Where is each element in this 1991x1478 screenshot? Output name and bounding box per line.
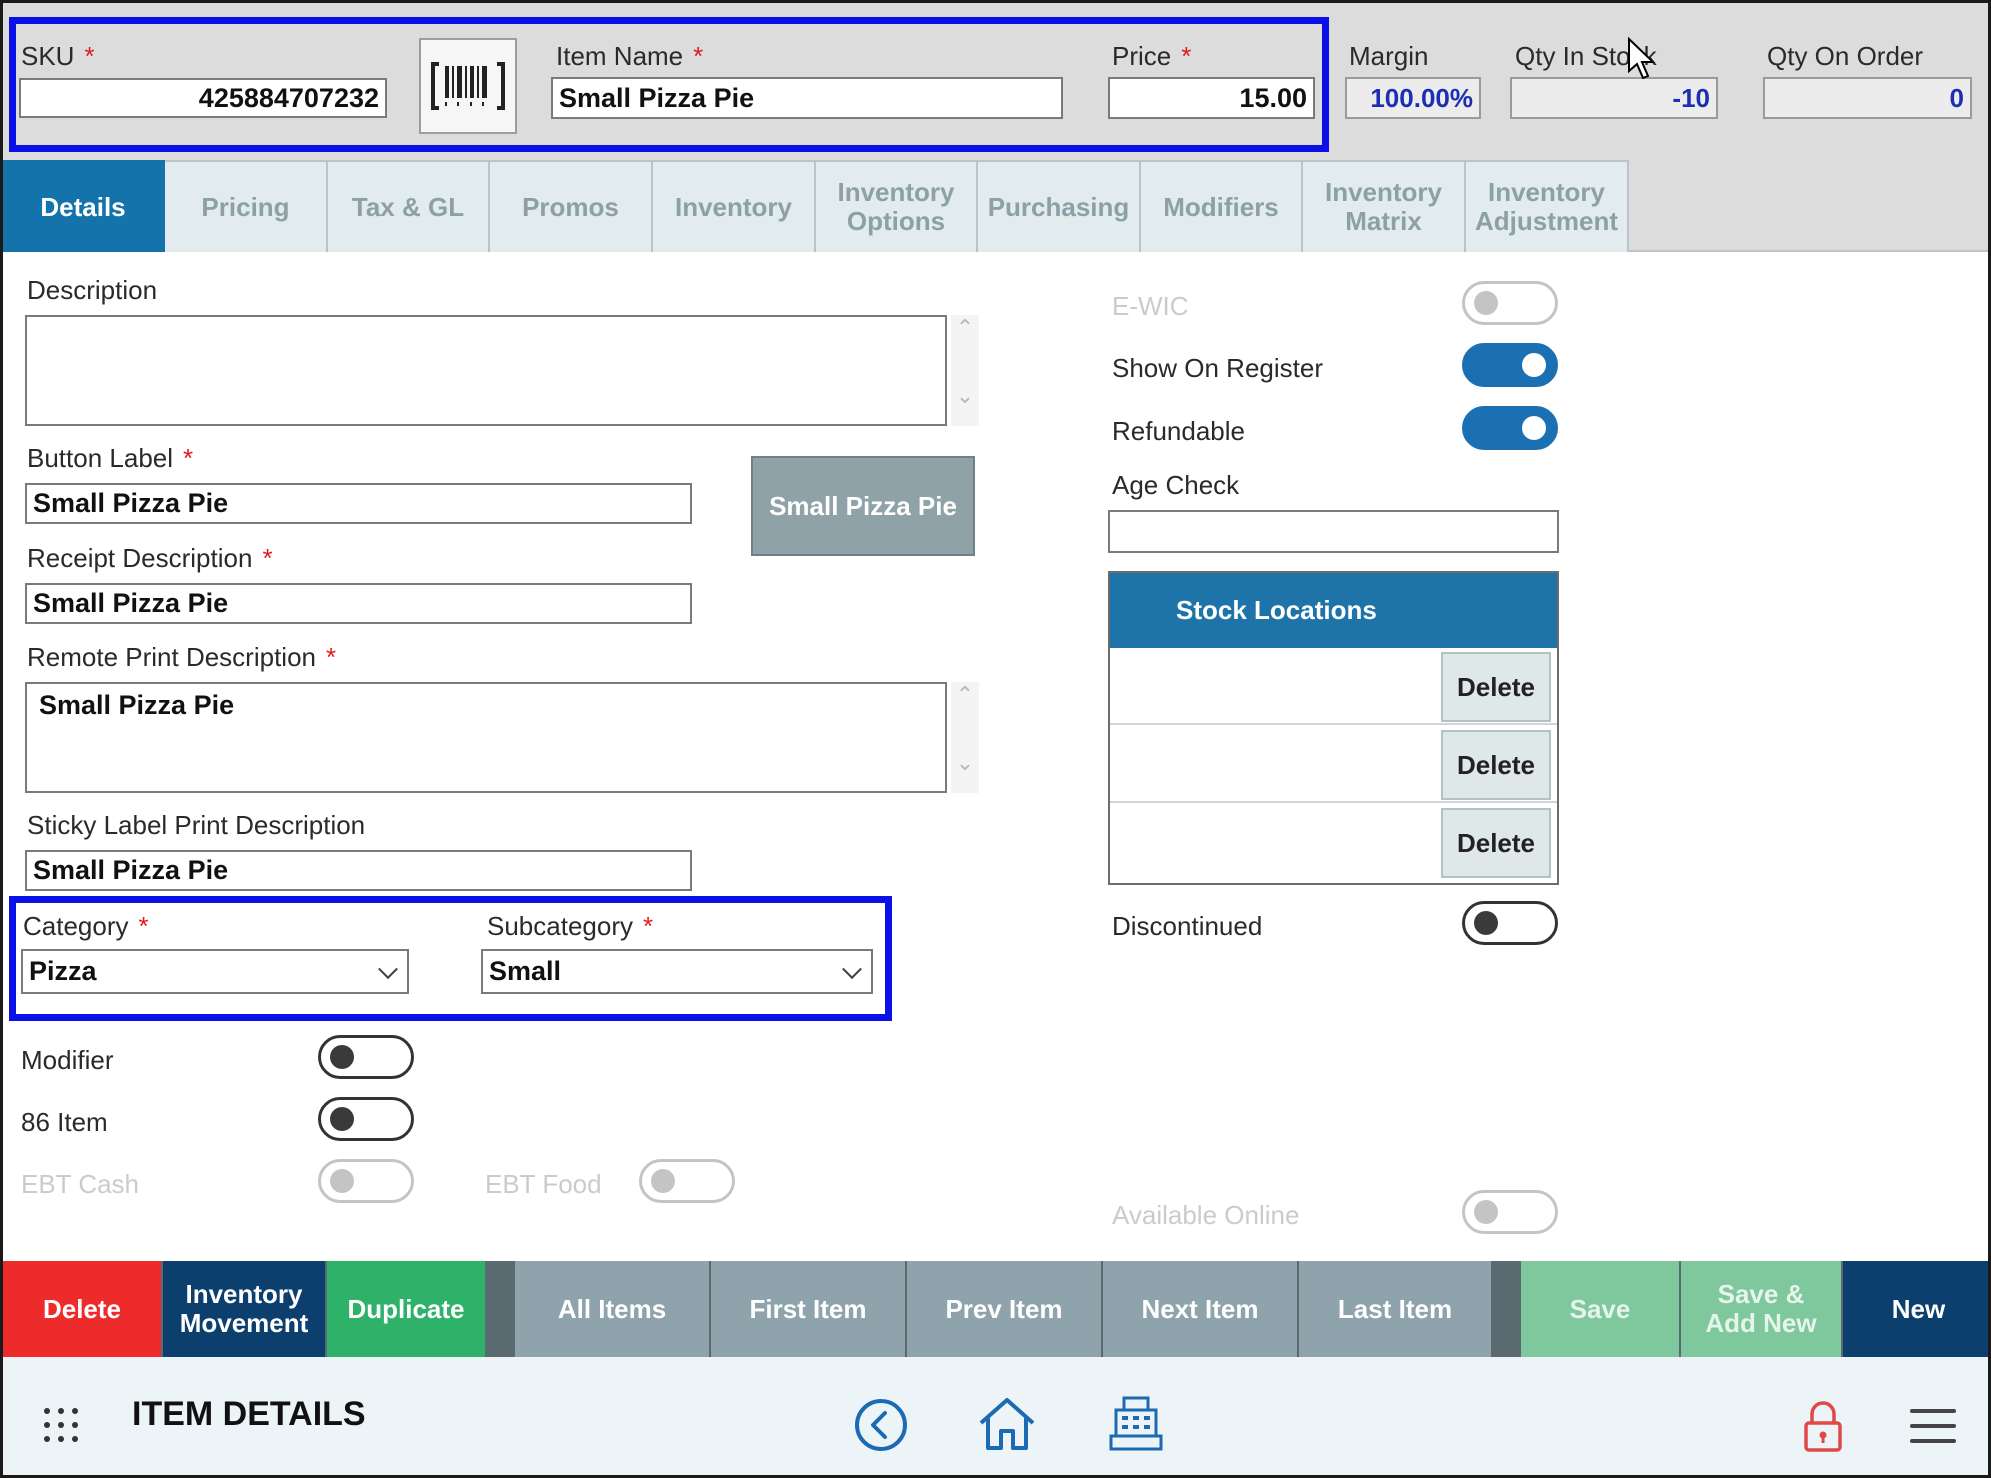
discontinued-toggle[interactable] bbox=[1462, 901, 1558, 945]
description-label: Description bbox=[27, 275, 158, 305]
ewic-toggle[interactable] bbox=[1462, 281, 1558, 325]
refundable-label: Refundable bbox=[1112, 416, 1245, 446]
stock-location-row: Delete bbox=[1110, 726, 1557, 803]
app-frame: SKU * 425884707232 Item Name * Small Pizza… bbox=[0, 0, 1991, 1478]
discontinued-label: Discontinued bbox=[1112, 911, 1263, 941]
age-check-label: Age Check bbox=[1112, 470, 1240, 500]
tab-promos[interactable]: Promos bbox=[490, 160, 653, 252]
toggle-knob bbox=[1474, 1200, 1498, 1224]
toggle-knob bbox=[330, 1169, 354, 1193]
available-online-toggle[interactable] bbox=[1462, 1190, 1558, 1234]
tab-modifiers[interactable]: Modifiers bbox=[1141, 160, 1303, 252]
remote-print-label: Remote Print Description * bbox=[27, 642, 337, 672]
button-preview: Small Pizza Pie bbox=[751, 456, 975, 556]
tab-inventory-options[interactable]: Inventory Options bbox=[816, 160, 978, 252]
scroll-up-icon: ⌃ bbox=[955, 682, 975, 707]
app-grid-icon[interactable] bbox=[41, 1405, 81, 1445]
receipt-description-label: Receipt Description * bbox=[27, 543, 273, 573]
highlight-box-category bbox=[9, 896, 892, 1021]
margin-label: Margin bbox=[1349, 41, 1429, 71]
qty-in-stock-value: -10 bbox=[1510, 77, 1718, 119]
toggle-knob bbox=[1474, 911, 1498, 935]
tab-inventory[interactable]: Inventory bbox=[653, 160, 816, 252]
scroll-down-icon: ⌄ bbox=[955, 750, 975, 775]
first-item-button[interactable]: First Item bbox=[711, 1261, 905, 1357]
ebt-cash-toggle[interactable] bbox=[318, 1159, 414, 1203]
duplicate-button[interactable]: Duplicate bbox=[327, 1261, 485, 1357]
modifier-label: Modifier bbox=[21, 1045, 114, 1075]
tab-inventory-matrix[interactable]: Inventory Matrix bbox=[1303, 160, 1466, 252]
button-label-input[interactable]: Small Pizza Pie bbox=[25, 483, 692, 524]
save-button[interactable]: Save bbox=[1521, 1261, 1679, 1357]
hamburger-menu-icon[interactable] bbox=[1909, 1407, 1957, 1445]
ewic-label: E-WIC bbox=[1112, 291, 1189, 321]
receipt-description-input[interactable]: Small Pizza Pie bbox=[25, 583, 692, 624]
new-button[interactable]: New bbox=[1843, 1261, 1988, 1357]
remote-print-text: Small Pizza Pie bbox=[39, 690, 235, 720]
refundable-toggle[interactable] bbox=[1462, 406, 1558, 450]
ebt-cash-label: EBT Cash bbox=[21, 1169, 140, 1199]
home-icon[interactable] bbox=[977, 1395, 1037, 1453]
stock-location-row: Delete bbox=[1110, 804, 1557, 881]
cash-register-icon[interactable] bbox=[1108, 1395, 1164, 1453]
item86-label: 86 Item bbox=[21, 1107, 108, 1137]
age-check-input[interactable] bbox=[1108, 510, 1559, 553]
remote-print-scrollbar[interactable]: ⌃ ⌄ bbox=[951, 682, 979, 793]
delete-location-button[interactable]: Delete bbox=[1441, 808, 1551, 878]
next-item-button[interactable]: Next Item bbox=[1103, 1261, 1297, 1357]
description-textarea[interactable] bbox=[25, 315, 947, 426]
last-item-button[interactable]: Last Item bbox=[1299, 1261, 1491, 1357]
toggle-knob bbox=[330, 1107, 354, 1131]
available-online-label: Available Online bbox=[1112, 1200, 1300, 1230]
show-on-register-label: Show On Register bbox=[1112, 353, 1323, 383]
item86-toggle[interactable] bbox=[318, 1097, 414, 1141]
scroll-down-icon: ⌄ bbox=[955, 383, 975, 408]
toggle-knob bbox=[651, 1169, 675, 1193]
delete-location-button[interactable]: Delete bbox=[1441, 652, 1551, 722]
save-add-new-button[interactable]: Save & Add New bbox=[1681, 1261, 1841, 1357]
button-label-label: Button Label * bbox=[27, 443, 194, 473]
ebt-food-label: EBT Food bbox=[485, 1169, 602, 1199]
sticky-label-label: Sticky Label Print Description bbox=[27, 810, 366, 840]
stock-location-row: Delete bbox=[1110, 648, 1557, 725]
stock-locations-title: Stock Locations bbox=[1176, 595, 1377, 625]
tab-purchasing[interactable]: Purchasing bbox=[978, 160, 1141, 252]
modifier-toggle[interactable] bbox=[318, 1035, 414, 1079]
tab-pricing[interactable]: Pricing bbox=[165, 160, 328, 252]
mouse-cursor-icon bbox=[1628, 37, 1656, 80]
lock-icon[interactable] bbox=[1803, 1399, 1843, 1453]
highlight-box-header bbox=[9, 17, 1329, 152]
back-icon[interactable] bbox=[853, 1397, 909, 1453]
show-on-register-toggle[interactable] bbox=[1462, 343, 1558, 387]
remote-print-textarea[interactable]: Small Pizza Pie bbox=[25, 682, 947, 793]
qty-on-order-value: 0 bbox=[1763, 77, 1972, 119]
toggle-knob bbox=[1474, 291, 1498, 315]
delete-location-button[interactable]: Delete bbox=[1441, 730, 1551, 800]
prev-item-button[interactable]: Prev Item bbox=[907, 1261, 1101, 1357]
toggle-knob bbox=[1522, 416, 1546, 440]
tab-inventory-adjustment[interactable]: Inventory Adjustment bbox=[1466, 160, 1629, 252]
description-scrollbar[interactable]: ⌃ ⌄ bbox=[951, 315, 979, 426]
page-title: ITEM DETAILS bbox=[132, 1395, 366, 1433]
qty-on-order-label: Qty On Order bbox=[1767, 41, 1924, 71]
scroll-up-icon: ⌃ bbox=[955, 315, 975, 340]
inventory-movement-button[interactable]: Inventory Movement bbox=[163, 1261, 325, 1357]
all-items-button[interactable]: All Items bbox=[515, 1261, 709, 1357]
sticky-label-input[interactable]: Small Pizza Pie bbox=[25, 850, 692, 891]
margin-value: 100.00% bbox=[1345, 77, 1481, 119]
toggle-knob bbox=[330, 1045, 354, 1069]
delete-item-button[interactable]: Delete bbox=[3, 1261, 161, 1357]
toggle-knob bbox=[1522, 353, 1546, 377]
ebt-food-toggle[interactable] bbox=[639, 1159, 735, 1203]
tab-tax-gl[interactable]: Tax & GL bbox=[328, 160, 490, 252]
tab-details[interactable]: Details bbox=[3, 160, 165, 252]
